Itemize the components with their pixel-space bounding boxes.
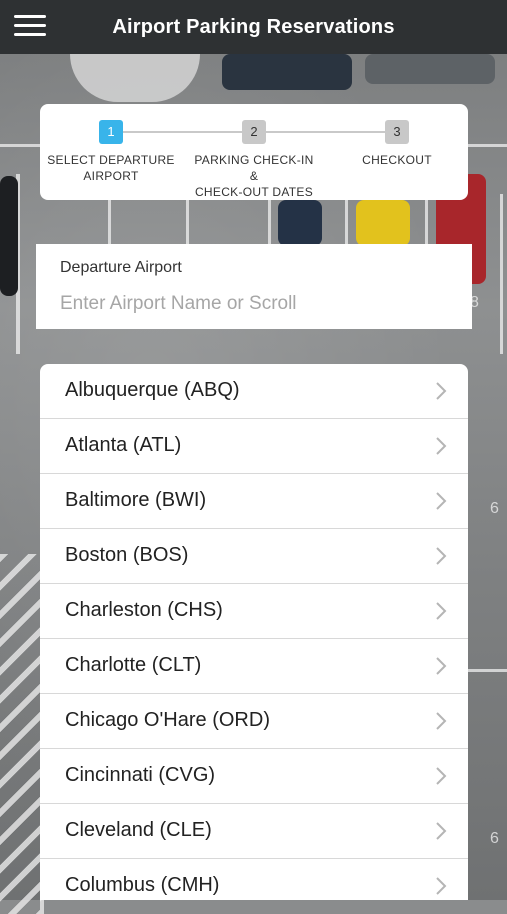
airport-list-item[interactable]: Chicago O'Hare (ORD) — [40, 694, 468, 749]
step-connector — [266, 131, 385, 133]
airport-name: Charlotte (CLT) — [65, 654, 202, 676]
chevron-right-icon — [436, 822, 447, 840]
app-header: Airport Parking Reservations — [0, 0, 507, 54]
airport-list-item[interactable]: Baltimore (BWI) — [40, 474, 468, 529]
page-title: Airport Parking Reservations — [112, 16, 395, 38]
airport-name: Charleston (CHS) — [65, 599, 223, 621]
airport-name: Chicago O'Hare (ORD) — [65, 709, 270, 731]
airport-list-item[interactable]: Cincinnati (CVG) — [40, 749, 468, 804]
step-1-label-line2: AIRPORT — [83, 169, 139, 183]
step-connector — [123, 131, 242, 133]
airport-name: Boston (BOS) — [65, 544, 189, 566]
airport-name: Albuquerque (ABQ) — [65, 379, 240, 401]
step-1-number[interactable]: 1 — [99, 120, 123, 144]
airport-name: Baltimore (BWI) — [65, 489, 207, 511]
step-2-label: PARKING CHECK-IN & CHECK-OUT DATES — [189, 152, 319, 200]
chevron-right-icon — [436, 877, 447, 895]
airport-list-item[interactable]: Atlanta (ATL) — [40, 419, 468, 474]
step-3-label: CHECKOUT — [332, 152, 462, 168]
airport-list-item[interactable]: Charlotte (CLT) — [40, 639, 468, 694]
step-2-label-line2: CHECK-OUT DATES — [194, 185, 314, 199]
step-1-label-line1: SELECT DEPARTURE — [47, 153, 175, 167]
airport-list: Albuquerque (ABQ) Atlanta (ATL) Baltimore … — [40, 364, 468, 900]
airport-list-item[interactable]: Boston (BOS) — [40, 529, 468, 584]
airport-name: Cincinnati (CVG) — [65, 764, 216, 786]
departure-airport-card: Departure Airport — [36, 244, 472, 329]
painted-number: 6 — [490, 500, 499, 517]
airport-name: Columbus (CMH) — [65, 874, 220, 896]
departure-airport-label: Departure Airport — [60, 259, 182, 276]
step-3-number[interactable]: 3 — [385, 120, 409, 144]
departure-airport-input[interactable] — [60, 291, 450, 317]
airport-name: Atlanta (ATL) — [65, 434, 182, 456]
chevron-right-icon — [436, 547, 447, 565]
step-2-label-line1: PARKING CHECK-IN & — [194, 153, 314, 183]
chevron-right-icon — [436, 767, 447, 785]
airport-name: Cleveland (CLE) — [65, 819, 212, 841]
step-3-label-line1: CHECKOUT — [362, 153, 432, 167]
painted-number: 6 — [490, 830, 499, 847]
step-2-number[interactable]: 2 — [242, 120, 266, 144]
chevron-right-icon — [436, 657, 447, 675]
chevron-right-icon — [436, 492, 447, 510]
chevron-right-icon — [436, 712, 447, 730]
chevron-right-icon — [436, 437, 447, 455]
chevron-right-icon — [436, 602, 447, 620]
airport-list-item[interactable]: Columbus (CMH) — [40, 859, 468, 900]
airport-list-item[interactable]: Charleston (CHS) — [40, 584, 468, 639]
airport-list-item[interactable]: Cleveland (CLE) — [40, 804, 468, 859]
airport-list-item[interactable]: Albuquerque (ABQ) — [40, 364, 468, 419]
step-1-label: SELECT DEPARTURE AIRPORT — [46, 152, 176, 184]
chevron-right-icon — [436, 382, 447, 400]
